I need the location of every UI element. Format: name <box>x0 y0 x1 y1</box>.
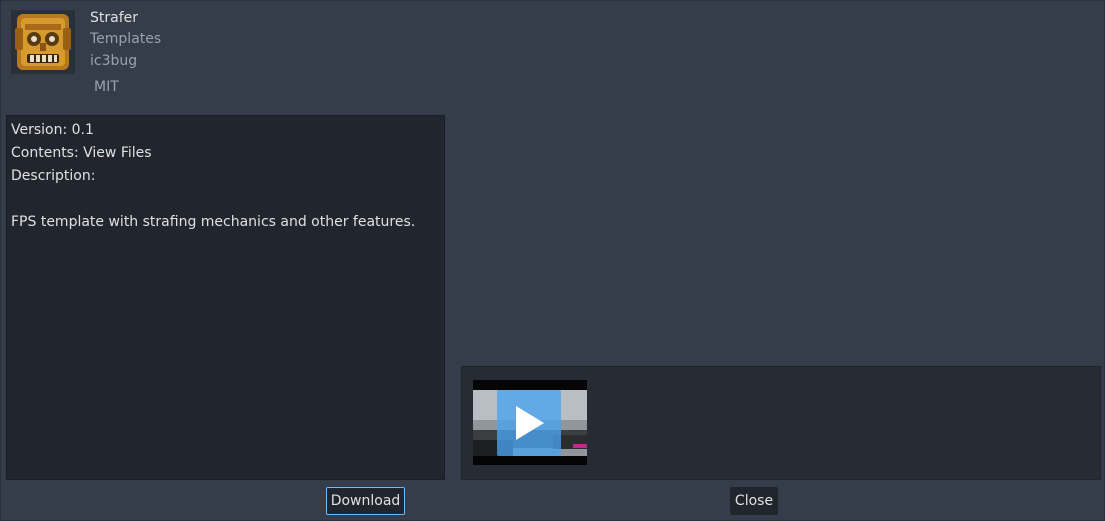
contents-row: Contents: View Files <box>11 142 440 165</box>
description-text: FPS template with strafing mechanics and… <box>11 214 416 230</box>
version-text: Version: 0.1 <box>11 122 94 138</box>
tiki-mask-icon <box>11 10 75 74</box>
asset-author-link[interactable]: ic3bug <box>90 50 161 72</box>
preview-panel <box>461 366 1101 480</box>
download-button[interactable]: Download <box>326 487 405 515</box>
view-files-link[interactable]: View Files <box>83 145 151 161</box>
description-panel: Version: 0.1 Contents: View Files Descri… <box>6 115 445 480</box>
preview-thumbnail[interactable] <box>473 380 587 465</box>
asset-title: Strafer <box>90 10 139 26</box>
asset-category-link[interactable]: Templates <box>90 28 161 50</box>
contents-label: Contents: <box>11 145 84 161</box>
asset-dialog: Strafer Templates ic3bug MIT Version: 0.… <box>0 0 1105 521</box>
asset-license: MIT <box>94 79 119 95</box>
description-label: Description: <box>11 168 96 184</box>
asset-meta: Strafer Templates ic3bug MIT <box>90 9 161 98</box>
close-button[interactable]: Close <box>730 487 778 515</box>
